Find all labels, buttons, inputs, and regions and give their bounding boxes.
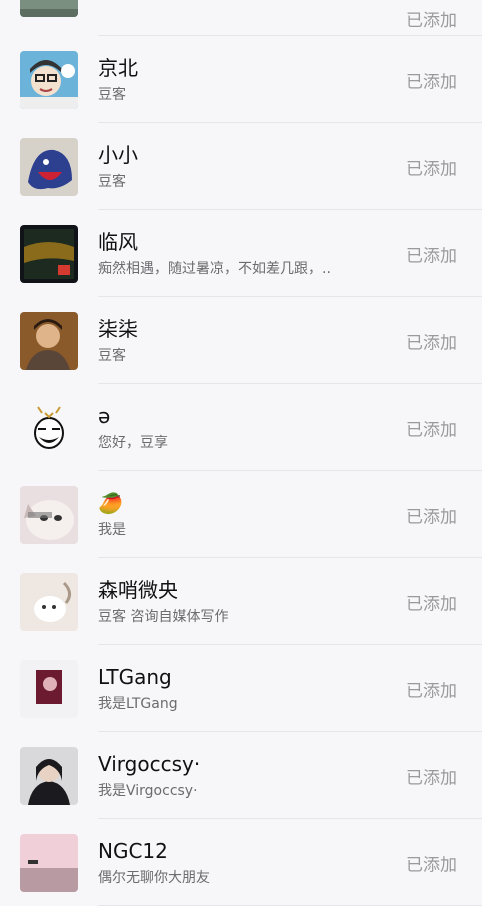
avatar: [20, 398, 78, 457]
avatar: [20, 50, 78, 109]
contact-subtitle: 偶尔无聊你大朋友: [98, 869, 210, 886]
avatar: [20, 311, 78, 370]
added-status: 已添加: [406, 855, 457, 875]
avatar: [20, 746, 78, 805]
contact-name: LTGang: [98, 664, 172, 689]
added-status: 已添加: [406, 507, 457, 527]
contact-subtitle: 豆客 咨询自媒体写作: [98, 608, 229, 625]
contact-subtitle: 豆客: [98, 86, 126, 103]
contact-subtitle: 豆客: [98, 347, 126, 364]
contact-subtitle: 我是: [98, 521, 126, 538]
contact-row[interactable]: LTGang 我是LTGang 已添加: [0, 645, 482, 732]
contact-name: 柒柒: [98, 316, 138, 341]
contact-list: 豆客 已添加 京北 豆客 已添加: [0, 0, 482, 906]
avatar: [20, 137, 78, 196]
contact-row[interactable]: 豆客 已添加: [0, 0, 482, 36]
added-status: 已添加: [406, 420, 457, 440]
contact-name: ə: [98, 403, 111, 428]
contact-row[interactable]: 京北 豆客 已添加: [0, 36, 482, 123]
contact-subtitle: 您好，豆享: [98, 434, 168, 451]
avatar: [20, 485, 78, 544]
added-status: 已添加: [406, 11, 457, 31]
contact-row[interactable]: 🥭 我是 已添加: [0, 471, 482, 558]
avatar: [20, 572, 78, 631]
contact-name: 临风: [98, 229, 138, 254]
added-status: 已添加: [406, 72, 457, 92]
contact-subtitle: 我是LTGang: [98, 695, 178, 712]
contact-row[interactable]: 柒柒 豆客 已添加: [0, 297, 482, 384]
contact-name: 森哨微央: [98, 577, 178, 602]
added-status: 已添加: [406, 594, 457, 614]
added-status: 已添加: [406, 333, 457, 353]
contact-row[interactable]: 小小 豆客 已添加: [0, 123, 482, 210]
avatar: [20, 659, 78, 718]
contact-row[interactable]: ə 您好，豆享 已添加: [0, 384, 482, 471]
added-status: 已添加: [406, 768, 457, 788]
contact-subtitle: 我是Virgoccsy·: [98, 782, 198, 799]
contact-row[interactable]: 临风 痴然相遇，随过暑凉，不如差几跟，.. 已添加: [0, 210, 482, 297]
added-status: 已添加: [406, 159, 457, 179]
contact-name: 京北: [98, 55, 138, 80]
contact-name: 🥭: [98, 490, 123, 515]
contact-name: 小小: [98, 142, 138, 167]
contact-row[interactable]: Virgoccsy· 我是Virgoccsy· 已添加: [0, 732, 482, 819]
contact-name: Virgoccsy·: [98, 751, 201, 776]
contact-subtitle: 豆客: [98, 173, 126, 190]
contact-row[interactable]: NGC12 偶尔无聊你大朋友 已添加: [0, 819, 482, 906]
contact-name: NGC12: [98, 838, 168, 863]
contact-row[interactable]: 森哨微央 豆客 咨询自媒体写作 已添加: [0, 558, 482, 645]
contact-subtitle: 痴然相遇，随过暑凉，不如差几跟，..: [98, 260, 331, 277]
added-status: 已添加: [406, 246, 457, 266]
avatar: [20, 833, 78, 892]
added-status: 已添加: [406, 681, 457, 701]
avatar: [20, 0, 78, 17]
avatar: [20, 224, 78, 283]
